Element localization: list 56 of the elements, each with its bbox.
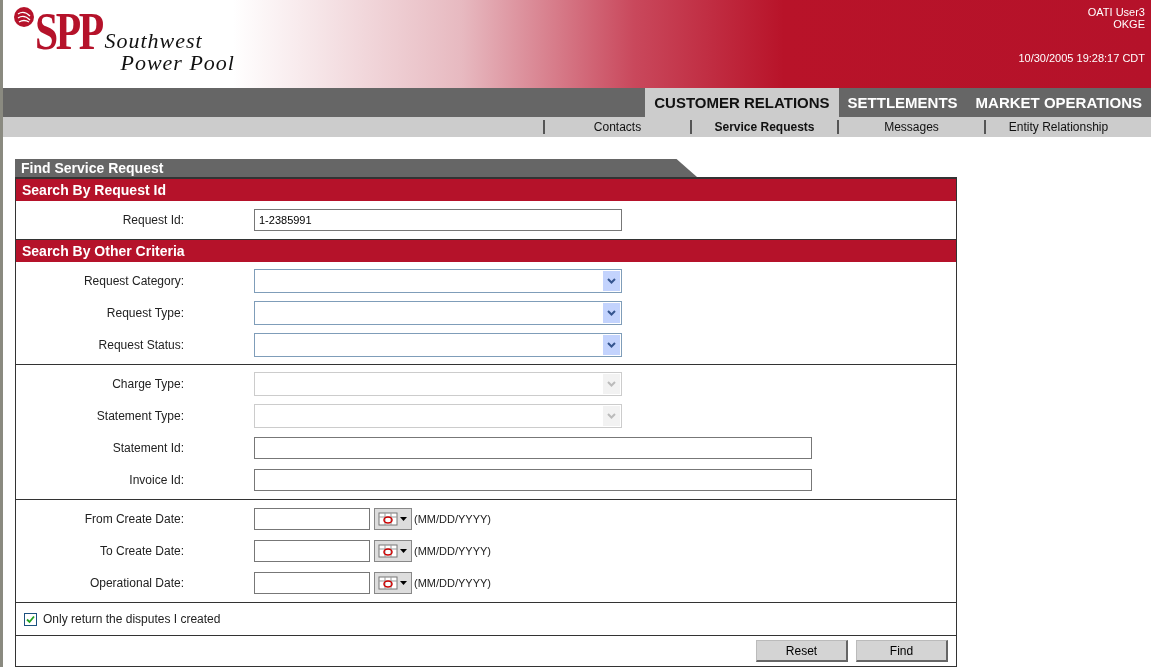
field-label: From Create Date: <box>83 512 184 526</box>
dropdown[interactable] <box>254 269 622 293</box>
sub-nav-link[interactable]: Messages <box>837 120 984 134</box>
panel-title: Find Service Request <box>15 159 697 177</box>
logo-mark: SPP <box>35 6 102 58</box>
text-input[interactable]: 1-2385991 <box>254 209 622 231</box>
calendar-button[interactable] <box>374 572 412 594</box>
field-label: To Create Date: <box>98 544 184 558</box>
sub-nav-link[interactable]: Contacts <box>543 120 690 134</box>
field-label: Operational Date: <box>88 576 184 590</box>
calendar-icon <box>377 511 409 527</box>
user-name: OATI User3 <box>1087 6 1145 18</box>
date-input[interactable] <box>254 572 370 594</box>
field-label: Request Category: <box>82 274 184 288</box>
field-label: Request Type: <box>105 306 184 320</box>
field-label: Charge Type: <box>111 377 184 391</box>
section-header: Search By Other Criteria <box>16 239 956 262</box>
chevron-down-icon <box>603 271 620 291</box>
date-input[interactable] <box>254 508 370 530</box>
calendar-icon <box>377 543 409 559</box>
date-input[interactable] <box>254 540 370 562</box>
nav-tab[interactable]: CUSTOMER RELATIONS <box>645 88 839 117</box>
user-company: OKGE <box>1113 18 1145 30</box>
chevron-down-icon <box>603 335 620 355</box>
sub-nav-link[interactable]: Entity Relationship <box>984 120 1131 134</box>
date-format-hint: (MM/DD/YYYY) <box>414 545 491 557</box>
checkbox-label: Only return the disputes I created <box>43 612 221 626</box>
date-format-hint: (MM/DD/YYYY) <box>414 577 491 589</box>
checkbox[interactable] <box>24 612 37 626</box>
logo-name: Southwest <box>104 30 204 52</box>
chevron-down-icon <box>603 406 620 426</box>
form-button[interactable]: Find <box>856 640 948 662</box>
logo-name: Power Pool <box>119 52 235 74</box>
text-input[interactable] <box>254 437 812 459</box>
field-label: Statement Type: <box>95 409 184 423</box>
field-label: Request Id: <box>121 213 184 227</box>
field-label: Statement Id: <box>111 441 184 455</box>
calendar-button[interactable] <box>374 540 412 562</box>
date-time: 10/30/2005 19:28:17 CDT <box>1018 52 1145 64</box>
date-format-hint: (MM/DD/YYYY) <box>414 513 491 525</box>
chevron-down-icon <box>603 374 620 394</box>
nav-tab[interactable]: MARKET OPERATIONS <box>966 88 1151 117</box>
section-header: Search By Request Id <box>16 178 956 201</box>
checkmark-icon <box>26 614 35 624</box>
field-label: Invoice Id: <box>128 473 184 487</box>
nav-tab[interactable]: SETTLEMENTS <box>838 88 967 117</box>
logo-emblem-icon <box>13 6 35 28</box>
text-input[interactable] <box>254 469 812 491</box>
calendar-icon <box>377 575 409 591</box>
field-label: Request Status: <box>97 338 184 352</box>
dropdown[interactable] <box>254 333 622 357</box>
sub-nav-link[interactable]: Service Requests <box>690 120 837 134</box>
chevron-down-icon <box>603 303 620 323</box>
dropdown[interactable] <box>254 301 622 325</box>
calendar-button[interactable] <box>374 508 412 530</box>
form-button[interactable]: Reset <box>756 640 848 662</box>
